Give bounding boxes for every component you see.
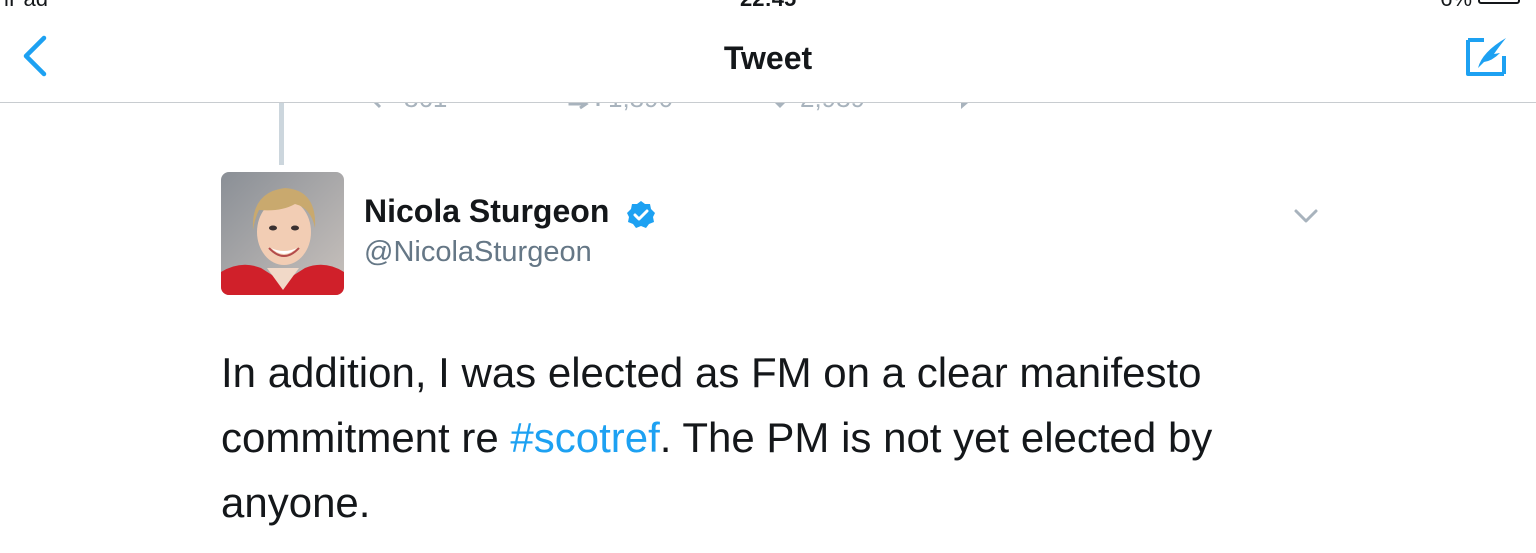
display-name[interactable]: Nicola Sturgeon bbox=[364, 193, 609, 230]
avatar[interactable] bbox=[221, 172, 344, 295]
tweet-text: In addition, I was elected as FM on a cl… bbox=[221, 340, 1321, 535]
navigation-bar: Tweet bbox=[0, 10, 1536, 103]
page-title: Tweet bbox=[723, 40, 813, 76]
battery-icon bbox=[1478, 0, 1520, 4]
tweet-detail-screen: iPad 22:45 6% 361 1,890 2,939 Tweet bbox=[0, 0, 1536, 553]
compose-tweet-button[interactable] bbox=[1464, 34, 1510, 80]
status-bar: iPad 22:45 6% bbox=[0, 0, 1536, 11]
profile-photo bbox=[221, 172, 344, 295]
chevron-down-icon bbox=[1294, 209, 1318, 223]
compose-tweet-icon bbox=[1466, 38, 1506, 76]
user-handle[interactable]: @NicolaSturgeon bbox=[364, 236, 592, 269]
tweet-options-button[interactable] bbox=[1290, 200, 1322, 232]
verified-badge-icon bbox=[627, 201, 655, 228]
hashtag-link[interactable]: #scotref bbox=[510, 414, 659, 461]
